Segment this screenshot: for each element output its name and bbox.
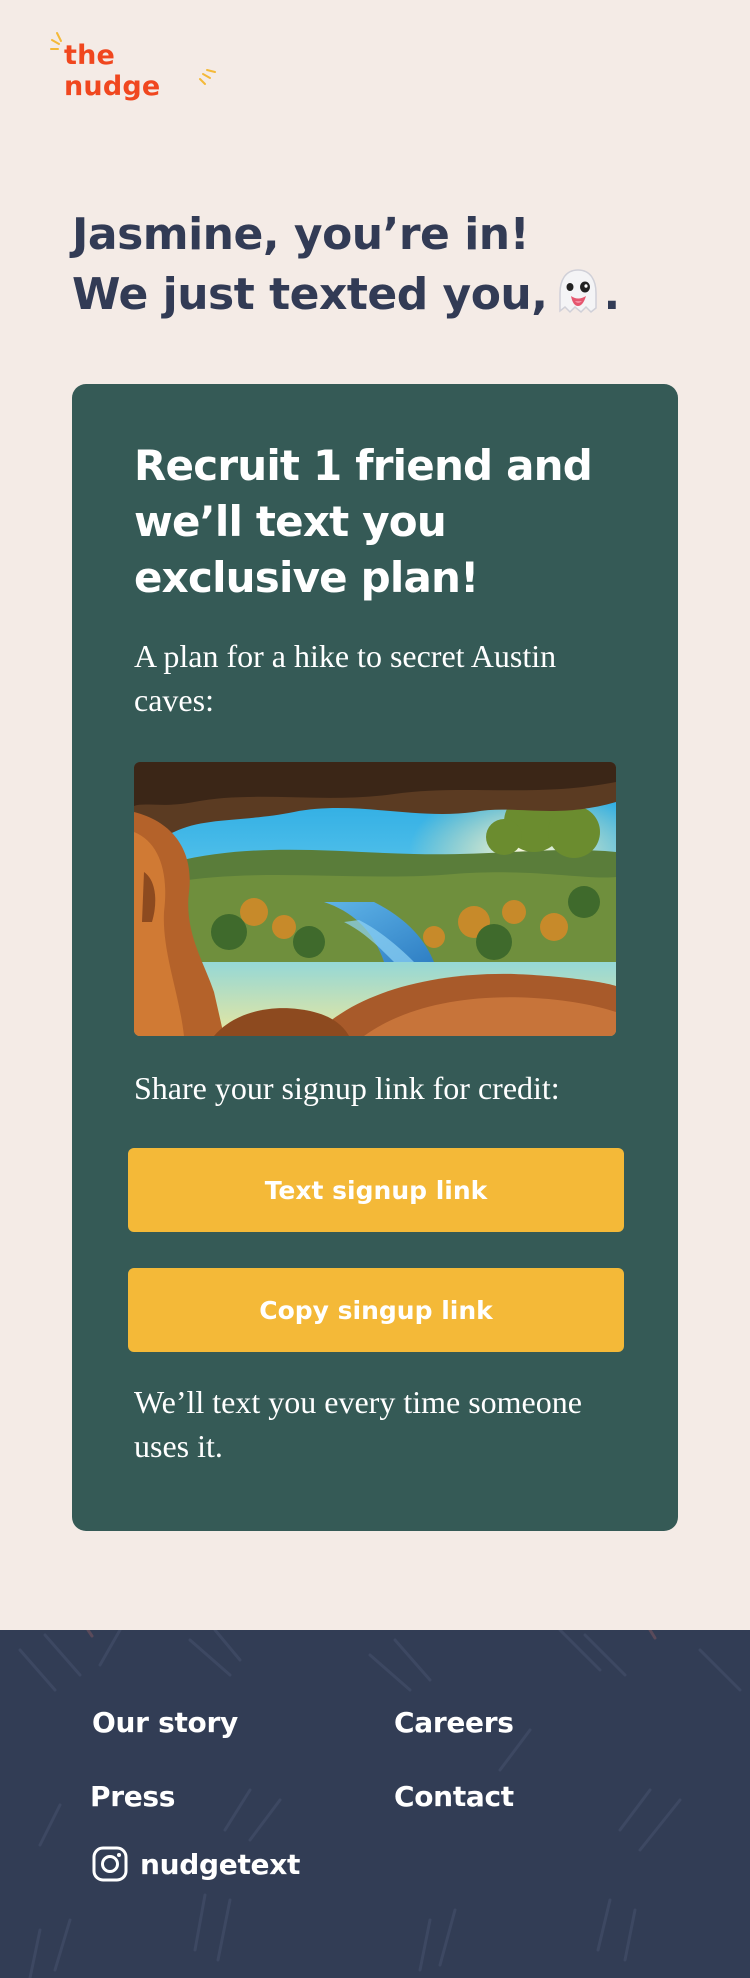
headline-line-2: We just texted you, [72,269,548,320]
footer-link-press[interactable]: Press [90,1780,175,1813]
share-label: Share your signup link for credit: [134,1070,560,1106]
footer-link-careers[interactable]: Careers [394,1706,514,1739]
logo[interactable]: the nudge [50,30,220,102]
headline-line-1: Jasmine, you’re in! [72,209,530,260]
ghost-icon [553,267,603,331]
card-title: Recruit 1 friend and we’ll text you excl… [134,441,593,602]
instagram-icon [92,1846,128,1882]
page-main: the nudge Jasmine, you’re in! We just te… [0,0,750,1630]
text-signup-link-button[interactable]: Text signup link [128,1148,624,1232]
footer-link-our-story[interactable]: Our story [92,1706,238,1739]
card-description: A plan for a hike to secret Austin caves… [134,638,557,718]
site-footer: Our story Careers Press Contact nudgetex… [0,1630,750,1978]
instagram-link[interactable]: nudgetext [92,1846,300,1882]
footer-link-contact[interactable]: Contact [394,1780,514,1813]
headline-period: . [603,269,620,320]
logo-text: the nudge [64,40,161,102]
card-footnote: We’ll text you every time someone uses i… [134,1384,582,1464]
page-title: Jasmine, you’re in! We just texted you, … [72,205,712,331]
referral-card: Recruit 1 friend and we’ll text you excl… [72,384,678,1531]
instagram-handle: nudgetext [140,1847,301,1881]
cave-landscape-photo [134,762,616,1036]
copy-signup-link-button[interactable]: Copy singup link [128,1268,624,1352]
